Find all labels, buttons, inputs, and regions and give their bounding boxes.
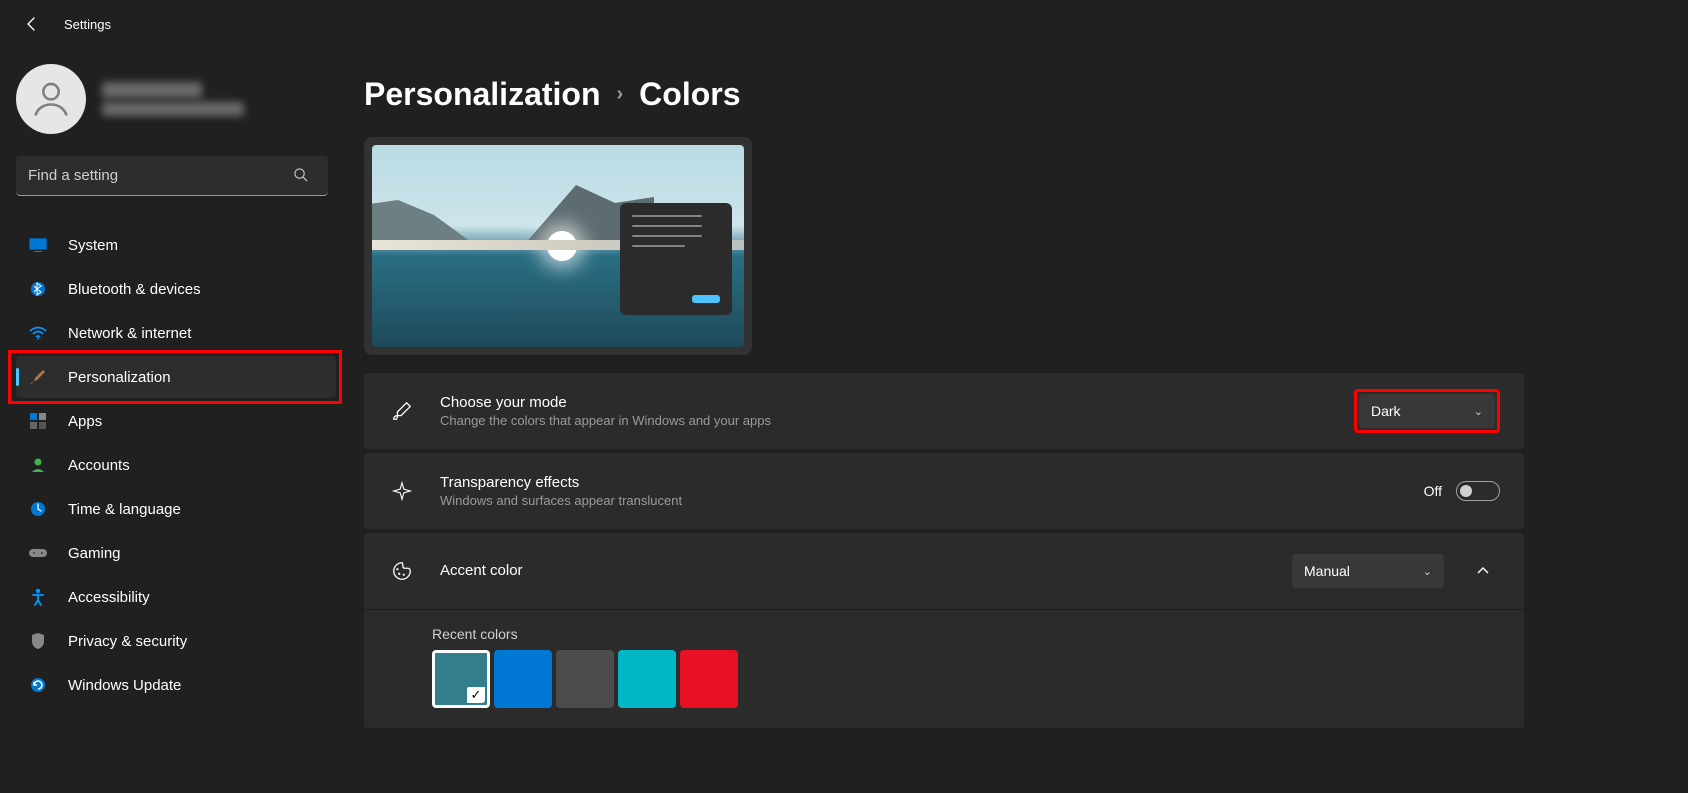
sidebar-item-personalization[interactable]: Personalization bbox=[16, 356, 336, 398]
toggle-state-label: Off bbox=[1424, 483, 1442, 499]
sidebar-item-label: Gaming bbox=[68, 545, 121, 562]
sidebar-item-bluetooth[interactable]: Bluetooth & devices bbox=[16, 268, 336, 310]
palette-icon bbox=[388, 560, 416, 582]
highlight-annotation bbox=[8, 350, 342, 404]
back-button[interactable] bbox=[16, 8, 48, 40]
color-swatch[interactable] bbox=[556, 650, 614, 708]
sidebar-item-accessibility[interactable]: Accessibility bbox=[16, 576, 336, 618]
setting-title: Transparency effects bbox=[440, 474, 1424, 491]
chevron-right-icon: › bbox=[617, 83, 624, 106]
dropdown-value: Manual bbox=[1304, 563, 1350, 579]
setting-subtitle: Windows and surfaces appear translucent bbox=[440, 493, 1424, 508]
app-title: Settings bbox=[64, 17, 111, 32]
search-input[interactable] bbox=[16, 156, 328, 196]
clock-globe-icon bbox=[28, 499, 48, 519]
check-icon: ✓ bbox=[467, 687, 485, 703]
accessibility-icon bbox=[28, 587, 48, 607]
mode-dropdown[interactable]: Dark ⌄ bbox=[1359, 394, 1495, 428]
color-swatch[interactable] bbox=[618, 650, 676, 708]
monitor-icon bbox=[28, 235, 48, 255]
highlight-annotation: Dark ⌄ bbox=[1354, 389, 1500, 433]
sidebar-item-network[interactable]: Network & internet bbox=[16, 312, 336, 354]
sidebar-item-accounts[interactable]: Accounts bbox=[16, 444, 336, 486]
setting-title: Accent color bbox=[440, 562, 1292, 579]
profile-email-redacted bbox=[102, 102, 244, 116]
dropdown-value: Dark bbox=[1371, 403, 1401, 419]
collapse-button[interactable] bbox=[1466, 554, 1500, 588]
sidebar-item-label: Bluetooth & devices bbox=[68, 281, 201, 298]
sidebar-item-label: Accessibility bbox=[68, 589, 150, 606]
chevron-down-icon: ⌄ bbox=[1423, 565, 1432, 578]
sidebar-item-privacy[interactable]: Privacy & security bbox=[16, 620, 336, 662]
color-swatch[interactable] bbox=[680, 650, 738, 708]
recent-colors-title: Recent colors bbox=[432, 626, 1500, 642]
shield-icon bbox=[28, 631, 48, 651]
page-title: Colors bbox=[639, 76, 740, 113]
color-swatch[interactable] bbox=[494, 650, 552, 708]
theme-preview bbox=[364, 137, 752, 355]
bluetooth-icon bbox=[28, 279, 48, 299]
search-icon bbox=[293, 167, 308, 185]
sparkle-icon bbox=[388, 480, 416, 502]
color-swatch[interactable]: ✓ bbox=[432, 650, 490, 708]
main-content: Personalization › Colors bbox=[348, 48, 1688, 793]
sidebar-item-label: Windows Update bbox=[68, 677, 181, 694]
sidebar-item-update[interactable]: Windows Update bbox=[16, 664, 336, 706]
sidebar: System Bluetooth & devices Network & int… bbox=[0, 48, 348, 793]
setting-choose-mode[interactable]: Choose your mode Change the colors that … bbox=[364, 373, 1524, 449]
setting-accent-color[interactable]: Accent color Manual ⌄ bbox=[364, 533, 1524, 609]
setting-title: Choose your mode bbox=[440, 394, 1354, 411]
breadcrumb: Personalization › Colors bbox=[364, 76, 1668, 113]
sidebar-item-label: Network & internet bbox=[68, 325, 191, 342]
apps-icon bbox=[28, 411, 48, 431]
setting-subtitle: Change the colors that appear in Windows… bbox=[440, 413, 1354, 428]
sidebar-item-label: Accounts bbox=[68, 457, 130, 474]
breadcrumb-parent[interactable]: Personalization bbox=[364, 76, 601, 113]
sidebar-item-system[interactable]: System bbox=[16, 224, 336, 266]
transparency-toggle[interactable] bbox=[1456, 481, 1500, 501]
sidebar-item-apps[interactable]: Apps bbox=[16, 400, 336, 442]
sidebar-item-time[interactable]: Time & language bbox=[16, 488, 336, 530]
paintbrush-icon bbox=[28, 367, 48, 387]
accent-dropdown[interactable]: Manual ⌄ bbox=[1292, 554, 1444, 588]
gamepad-icon bbox=[28, 543, 48, 563]
sidebar-item-label: Time & language bbox=[68, 501, 181, 518]
sidebar-item-label: Privacy & security bbox=[68, 633, 187, 650]
user-profile[interactable] bbox=[16, 64, 336, 134]
preview-mock-window bbox=[620, 203, 732, 315]
chevron-down-icon: ⌄ bbox=[1474, 405, 1483, 418]
avatar bbox=[16, 64, 86, 134]
sidebar-item-label: Personalization bbox=[68, 369, 171, 386]
sidebar-item-label: Apps bbox=[68, 413, 102, 430]
recent-colors-section: Recent colors ✓ bbox=[364, 609, 1524, 728]
sidebar-item-gaming[interactable]: Gaming bbox=[16, 532, 336, 574]
nav: System Bluetooth & devices Network & int… bbox=[16, 224, 336, 706]
update-icon bbox=[28, 675, 48, 695]
sidebar-item-label: System bbox=[68, 237, 118, 254]
profile-text bbox=[102, 82, 244, 116]
setting-transparency[interactable]: Transparency effects Windows and surface… bbox=[364, 453, 1524, 529]
profile-name-redacted bbox=[102, 82, 202, 98]
person-icon bbox=[28, 455, 48, 475]
brush-icon bbox=[388, 400, 416, 422]
wifi-icon bbox=[28, 323, 48, 343]
